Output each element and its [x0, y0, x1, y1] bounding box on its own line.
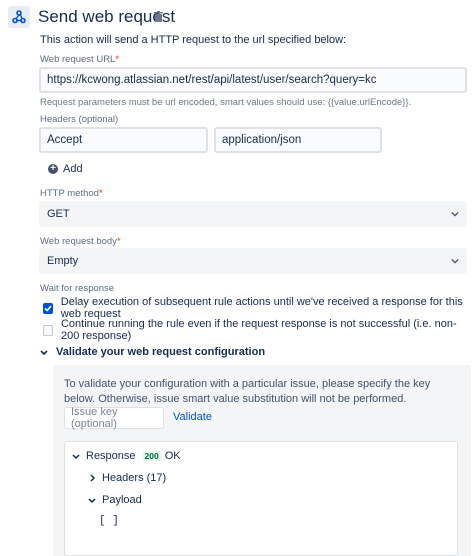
issue-key-input[interactable]: Issue key (optional) — [64, 406, 164, 430]
checkbox-checked-icon — [43, 302, 53, 314]
chevron-down-icon — [72, 452, 80, 460]
response-node[interactable]: Response 200 OK — [72, 450, 181, 462]
continue-on-error-label: Continue running the rule even if the re… — [60, 318, 457, 342]
chevron-down-icon — [451, 210, 459, 218]
payload-node[interactable]: Payload — [88, 494, 142, 506]
status-text: OK — [164, 450, 181, 462]
headers-node-label: Headers (17) — [102, 472, 167, 484]
chevron-down-icon — [451, 257, 459, 265]
validate-description: To validate your configuration with a pa… — [64, 378, 431, 405]
header-value-input[interactable]: application/json — [214, 127, 382, 153]
plus-icon: + — [48, 164, 58, 174]
request-body-select[interactable]: Empty — [39, 248, 467, 274]
url-label: Web request URL* — [40, 54, 120, 65]
headers-node[interactable]: Headers (17) — [88, 472, 166, 484]
delay-execution-label: Delay execution of subsequent rule actio… — [60, 296, 463, 320]
url-input[interactable]: https://kcwong.atlassian.net/rest/api/la… — [39, 67, 467, 93]
url-help-text: Request parameters must be url encoded, … — [40, 97, 412, 108]
add-header-label: Add — [63, 163, 83, 175]
validate-toggle-label: Validate your web request configuration — [56, 346, 266, 358]
validate-button[interactable]: Validate — [173, 411, 212, 423]
request-body-label: Web request body* — [40, 236, 121, 247]
validate-toggle[interactable]: Validate your web request configuration — [40, 346, 265, 358]
chevron-right-icon — [88, 474, 96, 482]
payload-node-label: Payload — [102, 494, 142, 506]
payload-value: [ ] — [99, 515, 119, 527]
header-name-input[interactable]: Accept — [39, 127, 208, 153]
checkbox-unchecked-icon — [43, 324, 53, 336]
request-body-value: Empty — [47, 255, 79, 267]
wait-label: Wait for response — [40, 283, 115, 294]
add-header-button[interactable]: + Add — [48, 163, 83, 175]
chevron-down-icon — [88, 496, 96, 504]
trash-icon[interactable] — [152, 9, 164, 23]
http-method-value: GET — [47, 208, 70, 220]
headers-label: Headers (optional) — [40, 114, 119, 125]
webhook-icon — [8, 6, 30, 28]
http-method-label: HTTP method* — [40, 188, 103, 199]
response-label: Response — [86, 450, 136, 462]
delay-execution-checkbox[interactable]: Delay execution of subsequent rule actio… — [43, 296, 474, 320]
action-description: This action will send a HTTP request to … — [40, 34, 347, 46]
http-method-select[interactable]: GET — [39, 201, 467, 227]
status-badge: 200 — [141, 451, 162, 461]
chevron-down-icon — [40, 348, 48, 356]
continue-on-error-checkbox[interactable]: Continue running the rule even if the re… — [43, 318, 474, 342]
